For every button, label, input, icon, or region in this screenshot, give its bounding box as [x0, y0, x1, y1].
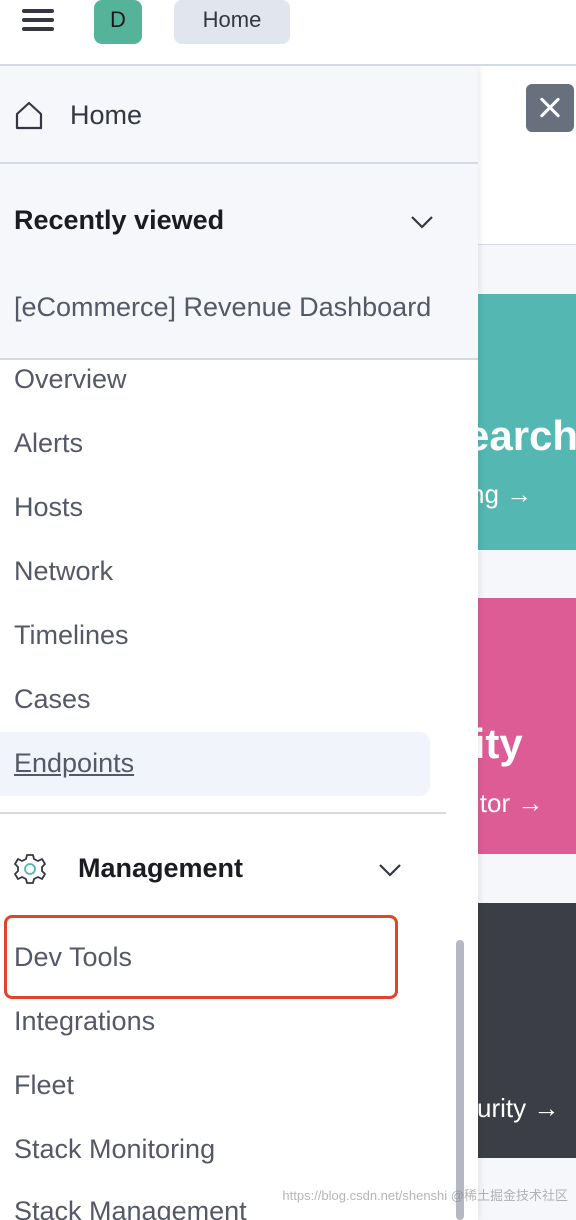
close-icon[interactable]	[526, 84, 574, 132]
card-title: earch	[478, 412, 576, 459]
nav-item-dev-tools[interactable]: Dev Tools	[14, 942, 132, 973]
nav-item-overview[interactable]: Overview	[14, 364, 127, 395]
nav-item-stack-monitoring[interactable]: Stack Monitoring	[14, 1134, 215, 1165]
card-link[interactable]: ng →	[478, 479, 532, 510]
top-header: D Home	[0, 0, 576, 66]
recent-item-revenue-dashboard[interactable]: [eCommerce] Revenue Dashboard	[14, 292, 454, 323]
recently-viewed-title[interactable]: Recently viewed	[14, 205, 224, 236]
nav-item-cases[interactable]: Cases	[14, 684, 91, 715]
hamburger-menu-icon[interactable]	[22, 7, 54, 33]
watermark-text: https://blog.csdn.net/shenshi @稀土掘金技术社区	[282, 1188, 568, 1203]
chevron-down-icon[interactable]	[378, 863, 402, 877]
management-title[interactable]: Management	[78, 853, 243, 884]
section-divider	[0, 812, 446, 814]
chevron-down-icon[interactable]	[410, 215, 434, 229]
recently-viewed-section: Recently viewed [eCommerce] Revenue Dash…	[0, 164, 478, 360]
gear-icon	[14, 854, 46, 884]
nav-item-alerts[interactable]: Alerts	[14, 428, 83, 459]
nav-item-endpoints[interactable]: Endpoints	[14, 748, 134, 779]
nav-home-label: Home	[70, 100, 143, 130]
solution-card-observability[interactable]: lity itor →	[478, 598, 576, 854]
solution-card-security[interactable]: y curity →	[478, 903, 576, 1158]
card-title: lity	[478, 720, 523, 767]
nav-home-link[interactable]: Home	[0, 66, 478, 164]
nav-item-fleet[interactable]: Fleet	[14, 1070, 74, 1101]
nav-scrollbar[interactable]	[456, 940, 464, 1220]
space-avatar[interactable]: D	[94, 0, 142, 44]
card-link[interactable]: itor →	[478, 788, 543, 819]
nav-item-timelines[interactable]: Timelines	[14, 620, 129, 651]
breadcrumb-home[interactable]: Home	[174, 0, 290, 44]
side-navigation: Home Recently viewed [eCommerce] Revenue…	[0, 66, 478, 1220]
nav-item-hosts[interactable]: Hosts	[14, 492, 83, 523]
home-icon	[15, 101, 43, 130]
nav-item-integrations[interactable]: Integrations	[14, 1006, 155, 1037]
nav-item-network[interactable]: Network	[14, 556, 113, 587]
solution-card-search[interactable]: earch ng →	[478, 294, 576, 550]
nav-item-stack-management[interactable]: Stack Management	[14, 1196, 247, 1220]
card-link[interactable]: curity →	[478, 1093, 559, 1124]
